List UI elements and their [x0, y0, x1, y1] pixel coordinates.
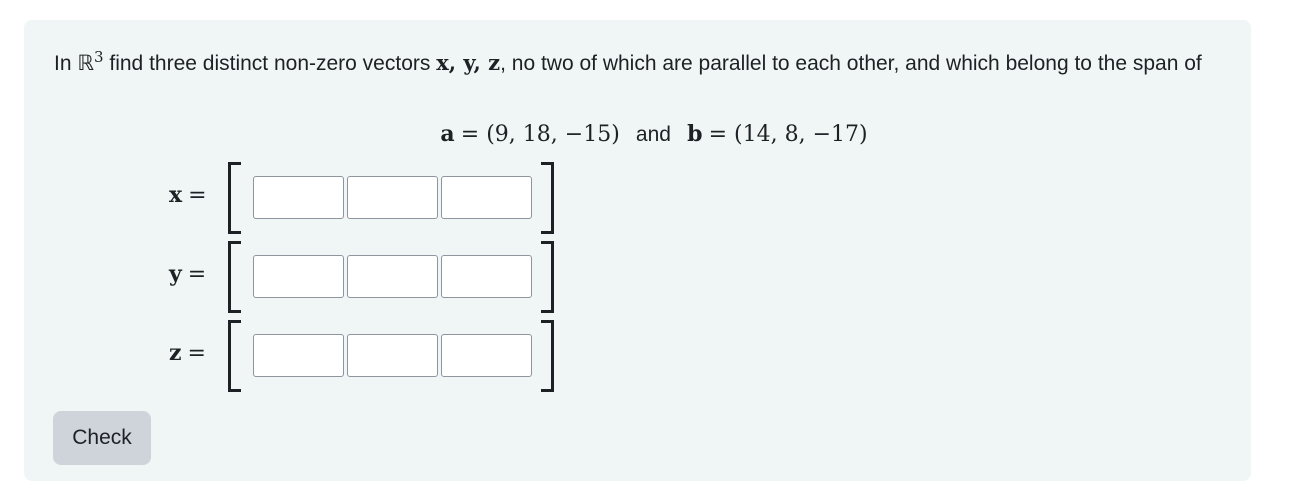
left-bracket: [228, 162, 241, 234]
right-bracket: [541, 320, 554, 392]
space-exponent: 3: [94, 48, 104, 66]
z-component-1-input[interactable]: [253, 334, 344, 377]
left-bracket: [228, 320, 241, 392]
vector-b-name: b: [687, 121, 703, 147]
question-prefix: In: [54, 52, 78, 75]
z-component-3-input[interactable]: [441, 334, 532, 377]
question-card: In ℝ3 find three distinct non-zero vecto…: [24, 20, 1251, 481]
vector-a-value: = (9, 18, −15): [460, 122, 620, 147]
right-bracket: [541, 241, 554, 313]
row-label: z =: [169, 340, 229, 366]
vector-a-name: a: [440, 121, 455, 147]
vector-b-value: = (14, 8, −17): [708, 122, 868, 147]
space-symbol: ℝ: [77, 51, 94, 75]
question-text: In ℝ3 find three distinct non-zero vecto…: [54, 40, 1234, 81]
x-component-1-input[interactable]: [253, 176, 344, 219]
span-vectors-display: a = (9, 18, −15) and b = (14, 8, −17): [24, 117, 1284, 152]
x-component-3-input[interactable]: [441, 176, 532, 219]
y-component-1-input[interactable]: [253, 255, 344, 298]
right-bracket: [541, 162, 554, 234]
connector-and: and: [635, 123, 671, 146]
row-label: y =: [169, 261, 229, 287]
question-middle: find three distinct non-zero vectors: [103, 52, 437, 75]
y-component-3-input[interactable]: [441, 255, 532, 298]
question-suffix: , no two of which are parallel to each o…: [500, 52, 1202, 75]
vector-z-label: z: [169, 340, 182, 366]
vector-x-label: x: [169, 182, 183, 208]
equals-sign: =: [187, 341, 206, 366]
equals-sign: =: [188, 183, 207, 208]
left-bracket: [228, 241, 241, 313]
check-button[interactable]: Check: [53, 411, 151, 465]
z-component-2-input[interactable]: [347, 334, 438, 377]
row-label: x =: [169, 182, 229, 208]
vector-y-label: y: [169, 261, 182, 287]
vectors-list: x, y, z: [436, 50, 501, 75]
equals-sign: =: [187, 262, 207, 287]
x-component-2-input[interactable]: [347, 176, 438, 219]
y-component-2-input[interactable]: [347, 255, 438, 298]
